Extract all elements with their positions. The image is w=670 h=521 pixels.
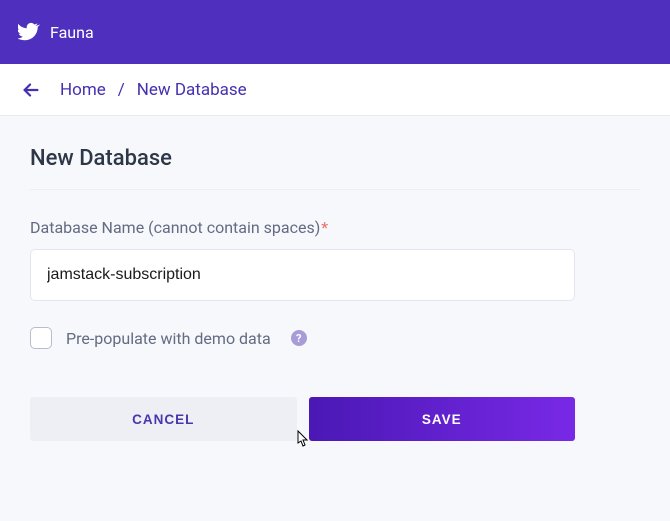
app-header: Fauna <box>0 0 670 64</box>
back-arrow-icon[interactable] <box>20 79 42 101</box>
breadcrumb-current: New Database <box>137 80 247 100</box>
save-button[interactable]: SAVE <box>309 397 576 441</box>
page-title: New Database <box>30 146 640 190</box>
brand-name: Fauna <box>50 23 94 42</box>
help-icon[interactable]: ? <box>291 330 307 346</box>
breadcrumb-separator: / <box>118 80 125 100</box>
content-area: New Database Database Name (cannot conta… <box>0 116 670 481</box>
cancel-button[interactable]: CANCEL <box>30 397 297 441</box>
button-row: CANCEL SAVE <box>30 397 575 441</box>
label-text: Database Name (cannot contain spaces) <box>30 218 320 237</box>
breadcrumb: Home / New Database <box>60 80 247 100</box>
breadcrumb-home[interactable]: Home <box>60 80 106 100</box>
demo-data-row: Pre-populate with demo data ? <box>30 327 640 349</box>
database-name-group: Database Name (cannot contain spaces)* <box>30 218 640 301</box>
demo-data-checkbox[interactable] <box>30 327 52 349</box>
required-asterisk: * <box>321 218 328 237</box>
database-name-input[interactable] <box>30 249 575 301</box>
bird-logo-icon <box>18 21 40 43</box>
breadcrumb-bar: Home / New Database <box>0 64 670 116</box>
database-name-label: Database Name (cannot contain spaces)* <box>30 218 640 237</box>
demo-data-label: Pre-populate with demo data <box>66 329 271 348</box>
